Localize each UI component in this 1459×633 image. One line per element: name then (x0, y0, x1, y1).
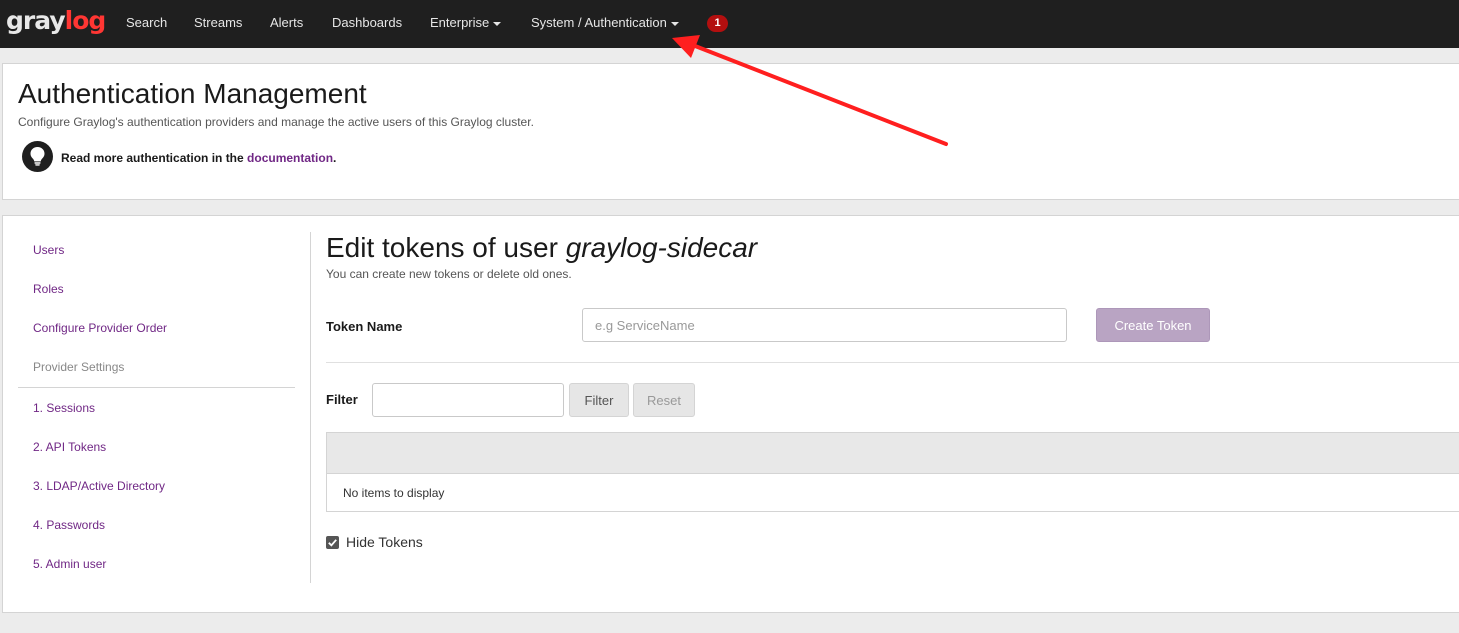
nav-alerts[interactable]: Alerts (270, 15, 303, 30)
page-description: Configure Graylog's authentication provi… (18, 115, 534, 129)
caret-down-icon (670, 21, 679, 26)
tokens-table: No items to display (326, 432, 1459, 512)
checkmark-icon (328, 539, 337, 547)
sidebar-divider (18, 387, 295, 388)
content-title: Edit tokens of user graylog-sidecar (326, 232, 757, 264)
caret-down-icon (493, 21, 502, 26)
sidebar-item-ldap[interactable]: 3. LDAP/Active Directory (33, 479, 165, 493)
documentation-note: Read more authentication in the document… (61, 151, 336, 165)
filter-input[interactable] (372, 383, 564, 417)
sidebar-item-api-tokens[interactable]: 2. API Tokens (33, 440, 106, 454)
nav-dashboards[interactable]: Dashboards (332, 15, 402, 30)
reset-button[interactable]: Reset (633, 383, 695, 417)
nav-system-authentication[interactable]: System / Authentication (531, 15, 679, 30)
graylog-logo[interactable]: graylog (6, 6, 107, 35)
top-navbar: graylog Search Streams Alerts Dashboards… (0, 0, 1459, 48)
sidebar-item-passwords[interactable]: 4. Passwords (33, 518, 105, 532)
lightbulb-icon (22, 141, 53, 172)
nav-enterprise[interactable]: Enterprise (430, 15, 502, 30)
nav-enterprise-label: Enterprise (430, 15, 490, 30)
filter-button[interactable]: Filter (569, 383, 629, 417)
sidebar-item-provider-order[interactable]: Configure Provider Order (33, 321, 167, 335)
page-header-panel: Authentication Management Configure Gray… (2, 63, 1459, 200)
sidebar-item-users[interactable]: Users (33, 243, 64, 257)
token-name-input[interactable] (582, 308, 1067, 342)
sidebar: Users Roles Configure Provider Order Pro… (3, 216, 311, 612)
sidebar-item-admin-user[interactable]: 5. Admin user (33, 557, 106, 571)
create-token-button[interactable]: Create Token (1096, 308, 1210, 342)
sidebar-item-roles[interactable]: Roles (33, 282, 64, 296)
hide-tokens-checkbox[interactable] (326, 536, 339, 549)
logo-gray-text: gray (6, 6, 66, 35)
logo-log-text: log (64, 6, 107, 35)
documentation-link[interactable]: documentation (247, 151, 333, 165)
page-title: Authentication Management (18, 78, 367, 109)
content-title-user: graylog-sidecar (565, 232, 758, 263)
tokens-table-header (327, 433, 1459, 474)
notification-badge[interactable]: 1 (707, 15, 728, 32)
nav-system-label: System / Authentication (531, 15, 667, 30)
empty-state-text: No items to display (343, 486, 445, 500)
docs-prefix: Read more authentication in the (61, 151, 248, 165)
form-divider (326, 362, 1459, 363)
token-name-label: Token Name (326, 319, 403, 334)
content-title-prefix: Edit tokens of user (326, 232, 566, 263)
main-panel: Users Roles Configure Provider Order Pro… (2, 215, 1459, 613)
nav-search[interactable]: Search (126, 15, 167, 30)
sidebar-separator (310, 232, 311, 583)
hide-tokens-label[interactable]: Hide Tokens (346, 534, 423, 550)
sidebar-section-header: Provider Settings (33, 360, 125, 374)
content-description: You can create new tokens or delete old … (326, 267, 572, 281)
sidebar-item-sessions[interactable]: 1. Sessions (33, 401, 95, 415)
nav-streams[interactable]: Streams (194, 15, 242, 30)
docs-suffix: . (333, 151, 337, 165)
filter-label: Filter (326, 392, 358, 407)
